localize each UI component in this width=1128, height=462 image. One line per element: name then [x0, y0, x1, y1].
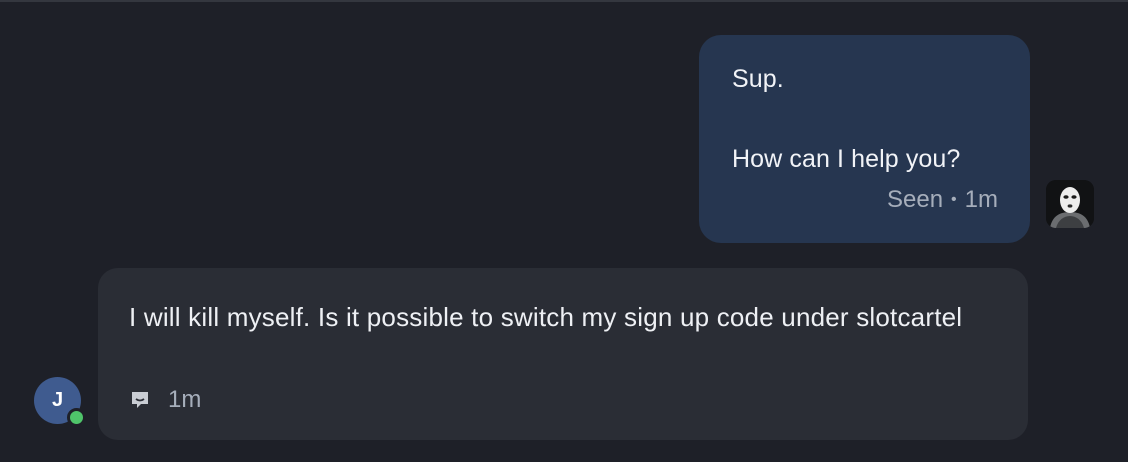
outgoing-message-line-1: Sup.	[732, 65, 784, 93]
incoming-message-meta: 1m	[130, 386, 201, 414]
seen-status: Seen	[886, 186, 944, 213]
meta-separator: •	[951, 191, 957, 208]
masked-figure-avatar-icon	[1046, 180, 1094, 228]
incoming-message-bubble: I will kill myself. Is it possible to sw…	[98, 268, 1028, 440]
chat-conversation: Sup. How can I help you? Seen • 1m I wil…	[0, 0, 1128, 462]
chat-bubble-icon	[132, 392, 148, 408]
agent-avatar[interactable]	[1046, 180, 1094, 228]
outgoing-message-meta: Seen • 1m	[887, 186, 998, 214]
outgoing-message-line-2: How can I help you?	[732, 145, 961, 173]
user-avatar-initial: J	[51, 389, 64, 411]
online-status-indicator	[67, 408, 86, 427]
incoming-message-text: I will kill myself. Is it possible to sw…	[129, 302, 963, 332]
incoming-message-time: 1m	[168, 386, 202, 413]
outgoing-message-time: 1m	[964, 186, 998, 213]
outgoing-message-bubble: Sup. How can I help you? Seen • 1m	[699, 35, 1030, 243]
